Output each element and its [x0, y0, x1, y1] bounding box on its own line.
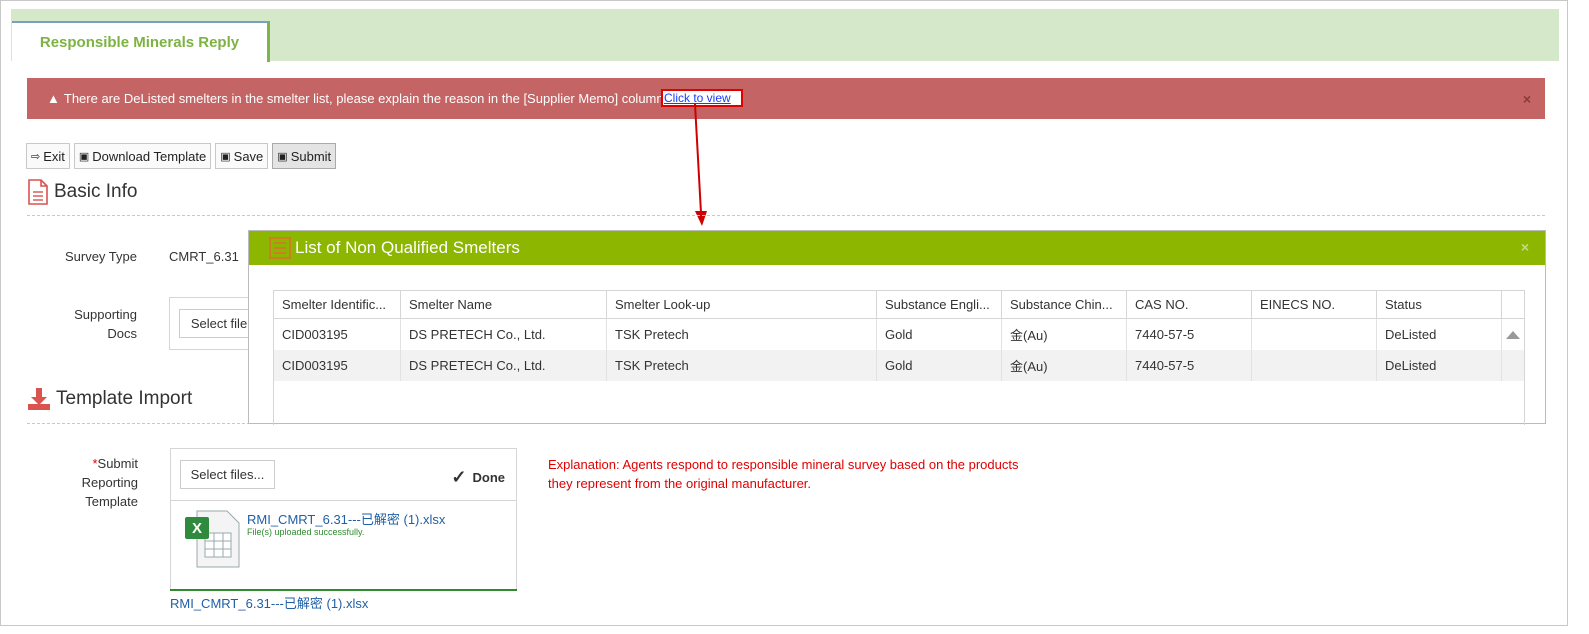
submit-label: Submit	[290, 148, 332, 164]
done-label: Done	[472, 470, 506, 485]
upload-status-text: File(s) uploaded successfully.	[247, 527, 365, 537]
divider	[171, 500, 516, 501]
table-cell: DeListed	[1377, 319, 1502, 350]
survey-type-label: Survey Type	[64, 249, 137, 264]
floppy-icon: ▣	[220, 150, 231, 163]
select-files-label: Select files...	[190, 467, 265, 482]
template-import-title: Template Import	[56, 388, 193, 409]
alert-message: There are DeListed smelters in the smelt…	[63, 91, 664, 106]
floppy-icon: ▣	[277, 150, 288, 163]
column-header[interactable]: Smelter Look-up	[607, 291, 877, 318]
file-link[interactable]: RMI_CMRT_6.31---已解密 (1).xlsx	[170, 593, 368, 612]
table-cell	[1252, 319, 1377, 350]
table-cell: 7440-57-5	[1127, 319, 1252, 350]
explanation-text: Explanation: Agents respond to responsib…	[548, 457, 1019, 491]
table-cell: DeListed	[1377, 350, 1502, 381]
dialog-header: List of Non Qualified Smelters ×	[249, 231, 1545, 265]
table-cell: Gold	[877, 319, 1002, 350]
supporting-docs-label: Supporting Docs	[74, 307, 137, 341]
checkmark-icon: ✓	[451, 467, 467, 487]
column-header[interactable]: Status	[1377, 291, 1502, 318]
column-header[interactable]: Substance Engli...	[877, 291, 1002, 318]
column-header[interactable]: Substance Chin...	[1002, 291, 1127, 318]
save-label: Save	[233, 148, 264, 164]
reporting-template-upload: Select files... ✓ Done X RMI_CMRT_6.31--…	[170, 448, 517, 591]
submit-label-text: Submit Reporting Template	[81, 456, 138, 509]
document-icon	[28, 179, 48, 205]
table-cell: 金(Au)	[1002, 350, 1127, 381]
column-header[interactable]: CAS NO.	[1127, 291, 1252, 318]
list-icon	[269, 237, 291, 259]
table-body: CID003195 DS PRETECH Co., Ltd. TSK Pretech…	[274, 319, 1524, 381]
upload-progress-bar	[170, 589, 517, 591]
table-cell: DS PRETECH Co., Ltd.	[401, 350, 607, 381]
floppy-icon: ▣	[78, 150, 90, 163]
exit-icon: ⇨	[31, 150, 41, 163]
column-header[interactable]: Smelter Identific...	[274, 291, 401, 318]
column-header[interactable]: Smelter Name	[401, 291, 607, 318]
svg-text:X: X	[192, 520, 202, 537]
excel-file-icon: X	[185, 510, 240, 568]
table-cell: 7440-57-5	[1127, 350, 1252, 381]
table-cell: DS PRETECH Co., Ltd.	[401, 319, 607, 350]
table-cell: TSK Pretech	[607, 350, 877, 381]
warning-icon: ▲	[47, 91, 60, 106]
toolbar: ⇨ Exit ▣ Download Template ▣ Save ▣ Subm…	[26, 143, 337, 169]
annotation-arrow	[694, 103, 707, 226]
download-template-label: Download Template	[92, 148, 207, 164]
table-header: Smelter Identific... Smelter Name Smelter …	[274, 291, 1524, 319]
basic-info-heading: Basic Info	[27, 179, 137, 205]
column-header[interactable]: EINECS NO.	[1252, 291, 1377, 318]
tab-label: Responsible Minerals Reply	[39, 34, 240, 51]
divider	[27, 215, 1545, 216]
table-cell: 金(Au)	[1002, 319, 1127, 350]
page-frame: Responsible Minerals Reply ▲ There are D…	[0, 0, 1568, 626]
scroll-up-icon[interactable]	[1506, 331, 1520, 339]
select-files-button[interactable]: Select file	[179, 309, 259, 338]
supporting-docs-upload: Select file	[169, 297, 259, 350]
select-files-button[interactable]: Select files...	[180, 460, 275, 489]
table-cell: TSK Pretech	[607, 319, 877, 350]
uploaded-file-name[interactable]: RMI_CMRT_6.31---已解密 (1).xlsx	[247, 509, 445, 528]
submit-button[interactable]: ▣ Submit	[272, 143, 337, 169]
upload-done-status: ✓ Done	[451, 467, 505, 488]
table-cell: Gold	[877, 350, 1002, 381]
table-cell: CID003195	[274, 350, 401, 381]
download-icon	[28, 388, 50, 410]
tab-bar: Responsible Minerals Reply	[11, 9, 1559, 62]
non-qualified-smelters-dialog: List of Non Qualified Smelters × Smelter…	[248, 230, 1546, 425]
table-cell	[1252, 350, 1377, 381]
template-import-heading: Template Import	[27, 387, 192, 411]
dialog-title: List of Non Qualified Smelters	[295, 238, 520, 257]
basic-info-title: Basic Info	[54, 181, 138, 202]
table-row[interactable]: CID003195 DS PRETECH Co., Ltd. TSK Pretech…	[274, 319, 1524, 350]
save-button[interactable]: ▣ Save	[215, 143, 269, 169]
delisted-alert: ▲ There are DeListed smelters in the sme…	[27, 78, 1545, 119]
exit-label: Exit	[43, 148, 65, 164]
select-files-label: Select file	[190, 316, 248, 331]
exit-button[interactable]: ⇨ Exit	[26, 143, 70, 169]
smelters-table: Smelter Identific... Smelter Name Smelter …	[273, 290, 1525, 425]
survey-type-value: CMRT_6.31	[169, 249, 239, 264]
table-row[interactable]: CID003195 DS PRETECH Co., Ltd. TSK Pretech…	[274, 350, 1524, 381]
close-icon[interactable]: ×	[1523, 91, 1531, 107]
table-cell: CID003195	[274, 319, 401, 350]
download-template-button[interactable]: ▣ Download Template	[73, 143, 212, 169]
tab-responsible-minerals-reply[interactable]: Responsible Minerals Reply	[12, 21, 270, 62]
submit-reporting-template-label: *Submit Reporting Template	[61, 454, 138, 511]
close-icon[interactable]: ×	[1521, 239, 1529, 255]
